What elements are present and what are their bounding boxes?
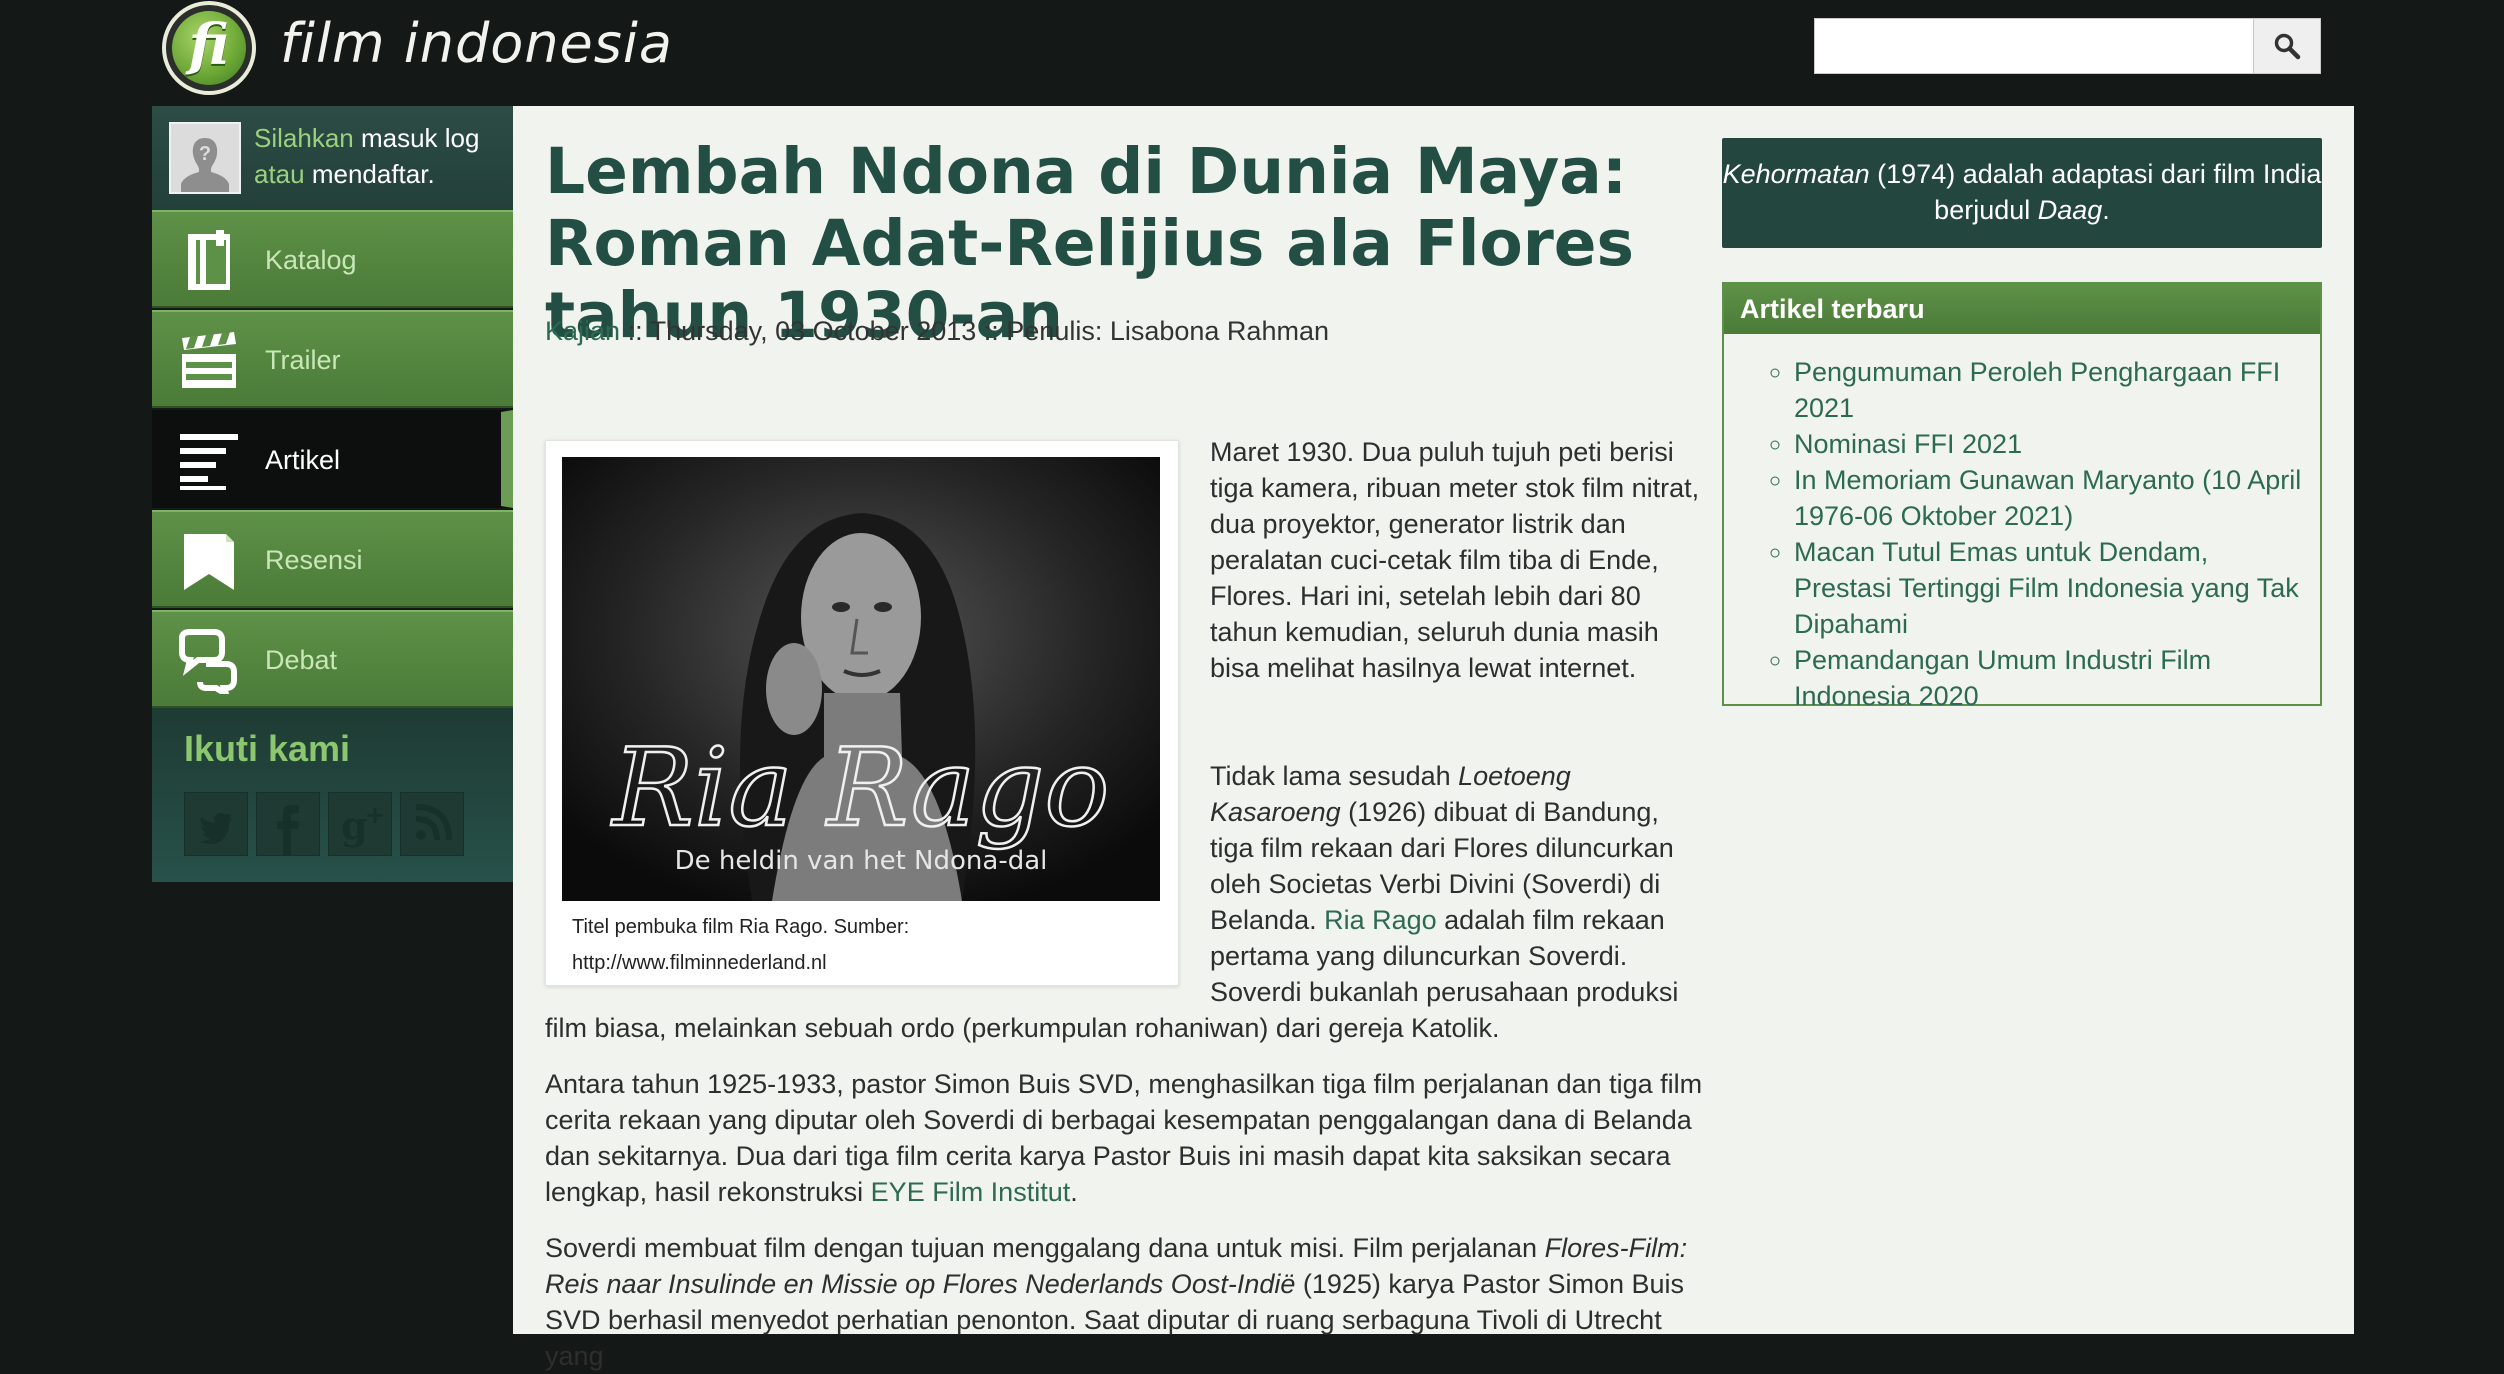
article-paragraph-4: Soverdi membuat film dengan tujuan mengg… <box>545 1230 1705 1374</box>
book-icon <box>188 230 230 290</box>
nav-item-resensi[interactable]: Resensi <box>152 510 513 608</box>
nav-label-debat: Debat <box>265 645 338 675</box>
login-text-2: mendaftar <box>304 159 428 189</box>
search-box <box>1814 18 2254 74</box>
trivia-box: Kehormatan (1974) adalah adaptasi dari f… <box>1722 138 2322 248</box>
trivia-film-2[interactable]: Daag <box>2038 195 2103 225</box>
nav-label-resensi: Resensi <box>265 545 363 575</box>
recent-article-item[interactable]: Pemandangan Umum Industri Film Indonesia… <box>1794 642 2304 714</box>
recent-article-item[interactable]: Pengumuman Peroleh Penghargaan FFI 2021 <box>1794 354 2304 426</box>
article-paragraph-2: Tidak lama sesudah Loetoeng Kasaroeng (1… <box>1210 758 1700 1010</box>
trivia-film-1[interactable]: Kehormatan <box>1723 159 1870 189</box>
category-link[interactable]: Kajian <box>545 316 620 346</box>
nav-item-debat[interactable]: Debat <box>152 610 513 708</box>
recent-articles-title: Artikel terbaru <box>1724 284 2320 334</box>
p4-text-a: Soverdi membuat film dengan tujuan mengg… <box>545 1233 1545 1263</box>
follow-title: Ikuti kami <box>184 728 351 769</box>
film-still-image[interactable]: Ria Rago De heldin van het Ndona-dal <box>562 457 1160 901</box>
facebook-icon <box>277 805 299 855</box>
login-prompt: Silahkan masuk log atau mendaftar. <box>254 120 504 192</box>
recent-article-item[interactable]: Macan Tutul Emas untuk Dendam, Prestasi … <box>1794 534 2304 642</box>
nav-item-artikel[interactable]: Artikel <box>152 410 513 508</box>
article-figure: Ria Rago De heldin van het Ndona-dal Tit… <box>545 440 1179 986</box>
search-button[interactable] <box>2253 18 2321 74</box>
recent-article-item[interactable]: Nominasi FFI 2021 <box>1794 426 2304 462</box>
login-text-end: . <box>427 159 435 189</box>
search-input[interactable] <box>1815 19 2253 73</box>
follow-us-box: Ikuti kami g + <box>152 708 513 882</box>
article-paragraph-3: Antara tahun 1925-1933, pastor Simon Bui… <box>545 1066 1705 1210</box>
site-header: fi film indonesia <box>0 0 2504 106</box>
avatar: ? <box>169 122 241 194</box>
twitter-icon <box>199 813 233 845</box>
recent-articles-list: Pengumuman Peroleh Penghargaan FFI 2021 … <box>1724 354 2320 714</box>
film-still-subtitle: De heldin van het Ndona-dal <box>675 846 1048 876</box>
p3-text-a: Antara tahun 1925-1933, pastor Simon Bui… <box>545 1069 1703 1207</box>
nav-item-trailer[interactable]: Trailer <box>152 310 513 408</box>
page-container: ? Silahkan masuk log atau mendaftar. Kata… <box>152 106 2354 1371</box>
recent-article-item[interactable]: In Memoriam Gunawan Maryanto (10 April 1… <box>1794 462 2304 534</box>
nav-label-katalog: Katalog <box>265 245 357 275</box>
register-link[interactable]: atau <box>254 159 305 189</box>
svg-text:?: ? <box>199 143 211 165</box>
nav-label-trailer: Trailer <box>265 345 341 375</box>
user-silhouette-icon: ? <box>171 124 239 192</box>
article-date-author: :: Thursday, 03 October 2013 :: Penulis:… <box>620 316 1329 346</box>
site-name[interactable]: film indonesia <box>280 12 673 75</box>
eye-film-link[interactable]: EYE Film Institut <box>871 1177 1071 1207</box>
login-link[interactable]: Silahkan <box>254 123 354 153</box>
googleplus-icon: g + <box>341 801 385 848</box>
speech-bubbles-icon <box>179 629 237 694</box>
search-icon <box>2274 33 2301 60</box>
facebook-link[interactable] <box>256 792 320 856</box>
lines-icon <box>180 434 238 490</box>
sidebar: ? Silahkan masuk log atau mendaftar. Kata… <box>152 106 513 1334</box>
nav-item-katalog[interactable]: Katalog <box>152 210 513 308</box>
trivia-end: . <box>2102 195 2110 225</box>
login-text-1: masuk log <box>353 123 480 153</box>
googleplus-link[interactable]: g + <box>328 792 392 856</box>
login-box: ? Silahkan masuk log atau mendaftar. <box>152 106 513 210</box>
nav-label-artikel: Artikel <box>265 445 341 475</box>
article-meta: Kajian :: Thursday, 03 October 2013 :: P… <box>545 316 1329 347</box>
clapperboard-icon <box>182 332 236 388</box>
article-paragraph-1: Maret 1930. Dua puluh tujuh peti berisi … <box>1210 437 1700 683</box>
rss-link[interactable] <box>400 792 464 856</box>
svg-text:+: + <box>365 801 385 829</box>
p3-text-b: . <box>1070 1177 1078 1207</box>
rss-icon <box>415 804 452 841</box>
recent-articles-box: Artikel terbaru Pengumuman Peroleh Pengh… <box>1722 282 2322 711</box>
twitter-link[interactable] <box>184 792 248 856</box>
site-logo-icon[interactable]: fi <box>162 1 256 95</box>
figure-caption: Titel pembuka film Ria Rago. Sumber: htt… <box>572 916 910 974</box>
film-still-graphic: Ria Rago De heldin van het Ndona-dal <box>562 457 1160 901</box>
p2-text-a: Tidak lama sesudah <box>1210 761 1459 791</box>
article-paragraph-2-end: film biasa, melainkan sebuah ordo (perku… <box>545 1013 1500 1043</box>
svg-text:g: g <box>341 803 368 848</box>
logo-mark-text: fi <box>188 12 230 78</box>
film-still-title: Ria Rago <box>611 726 1110 851</box>
bookmark-icon <box>184 534 234 590</box>
ria-rago-link[interactable]: Ria Rago <box>1324 905 1437 935</box>
